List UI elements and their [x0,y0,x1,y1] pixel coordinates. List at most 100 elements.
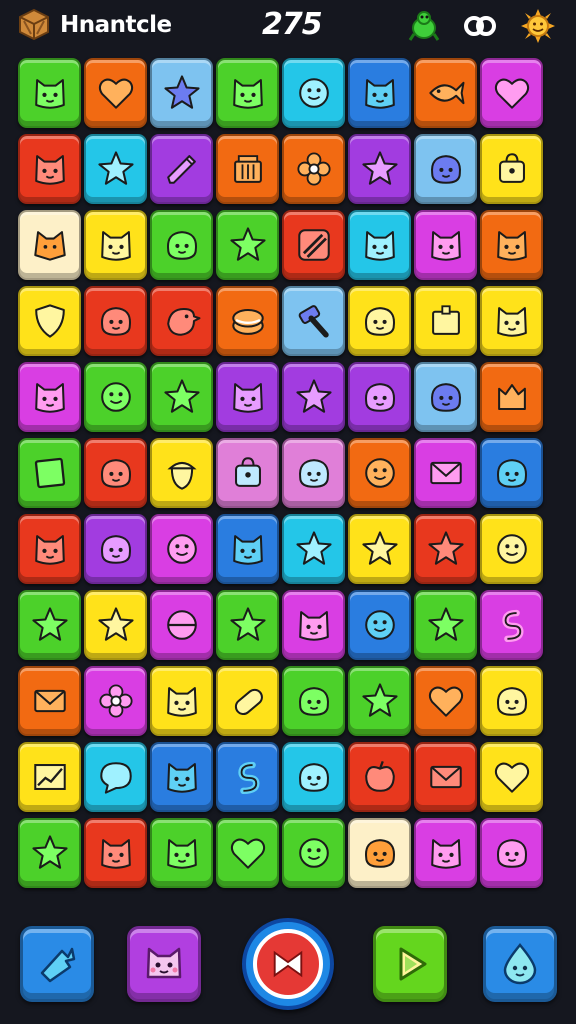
tile[interactable] [480,818,543,888]
tile[interactable] [84,210,147,280]
tile[interactable] [18,666,81,736]
tile[interactable] [216,590,279,660]
tile[interactable] [216,134,279,204]
tile[interactable] [414,666,477,736]
tile[interactable] [348,666,411,736]
hint-button[interactable] [20,926,94,1002]
tile[interactable] [348,514,411,584]
tile[interactable] [150,134,213,204]
tile[interactable] [348,590,411,660]
tile[interactable] [414,58,477,128]
bug-icon[interactable] [406,8,442,44]
tile[interactable] [150,362,213,432]
tile[interactable] [348,362,411,432]
tile[interactable] [348,286,411,356]
tile[interactable] [18,514,81,584]
tile[interactable] [282,438,345,508]
tile[interactable] [480,362,543,432]
tile[interactable] [84,134,147,204]
tile[interactable] [480,286,543,356]
tile[interactable] [18,438,81,508]
flower-icon [296,152,331,186]
tile[interactable] [480,438,543,508]
tile[interactable] [282,286,345,356]
tile[interactable] [150,438,213,508]
tile[interactable] [216,58,279,128]
tile[interactable] [348,818,411,888]
helper-button[interactable] [483,926,557,1002]
tile[interactable] [150,514,213,584]
tile[interactable] [216,362,279,432]
tile[interactable] [348,742,411,812]
bowtie-icon [273,950,303,978]
tile[interactable] [480,590,543,660]
tile[interactable] [414,514,477,584]
tile[interactable] [282,818,345,888]
tile[interactable] [150,210,213,280]
tile[interactable] [216,666,279,736]
tile[interactable] [282,514,345,584]
tile[interactable] [84,58,147,128]
pause-button[interactable] [242,918,334,1010]
tile[interactable] [84,818,147,888]
tile[interactable] [348,210,411,280]
star-icon [427,531,464,565]
tile[interactable] [18,134,81,204]
sun-icon[interactable] [520,8,556,44]
tile[interactable] [414,362,477,432]
tile[interactable] [216,438,279,508]
tile[interactable] [84,590,147,660]
tile[interactable] [84,362,147,432]
tile[interactable] [18,58,81,128]
tile[interactable] [150,58,213,128]
tile[interactable] [282,58,345,128]
tile[interactable] [282,134,345,204]
tile[interactable] [414,134,477,204]
tile[interactable] [18,742,81,812]
tile[interactable] [348,58,411,128]
tile[interactable] [18,590,81,660]
tile[interactable] [216,742,279,812]
tile[interactable] [480,210,543,280]
stripes-icon [297,229,330,261]
tile[interactable] [84,742,147,812]
tile[interactable] [216,818,279,888]
tile[interactable] [414,210,477,280]
tile[interactable] [18,818,81,888]
tile[interactable] [282,210,345,280]
tile[interactable] [348,134,411,204]
tile[interactable] [348,438,411,508]
tile[interactable] [282,742,345,812]
tile[interactable] [216,286,279,356]
tile[interactable] [480,742,543,812]
tile[interactable] [150,286,213,356]
tile[interactable] [414,286,477,356]
tile[interactable] [150,590,213,660]
tile[interactable] [18,362,81,432]
tile[interactable] [216,514,279,584]
tile[interactable] [282,590,345,660]
tile[interactable] [414,438,477,508]
tile[interactable] [480,134,543,204]
tile[interactable] [414,742,477,812]
tile[interactable] [84,514,147,584]
tile[interactable] [150,818,213,888]
tile[interactable] [480,666,543,736]
tile[interactable] [282,666,345,736]
play-button[interactable] [373,926,447,1002]
tile[interactable] [150,742,213,812]
tile[interactable] [18,210,81,280]
tile[interactable] [84,438,147,508]
tile[interactable] [480,58,543,128]
tile[interactable] [216,210,279,280]
tile[interactable] [150,666,213,736]
tile[interactable] [480,514,543,584]
tile[interactable] [414,590,477,660]
tile[interactable] [84,286,147,356]
swirl-icon[interactable] [462,8,498,44]
tile[interactable] [84,666,147,736]
tile[interactable] [18,286,81,356]
tile[interactable] [282,362,345,432]
tile[interactable] [414,818,477,888]
pet-button[interactable] [127,926,201,1002]
